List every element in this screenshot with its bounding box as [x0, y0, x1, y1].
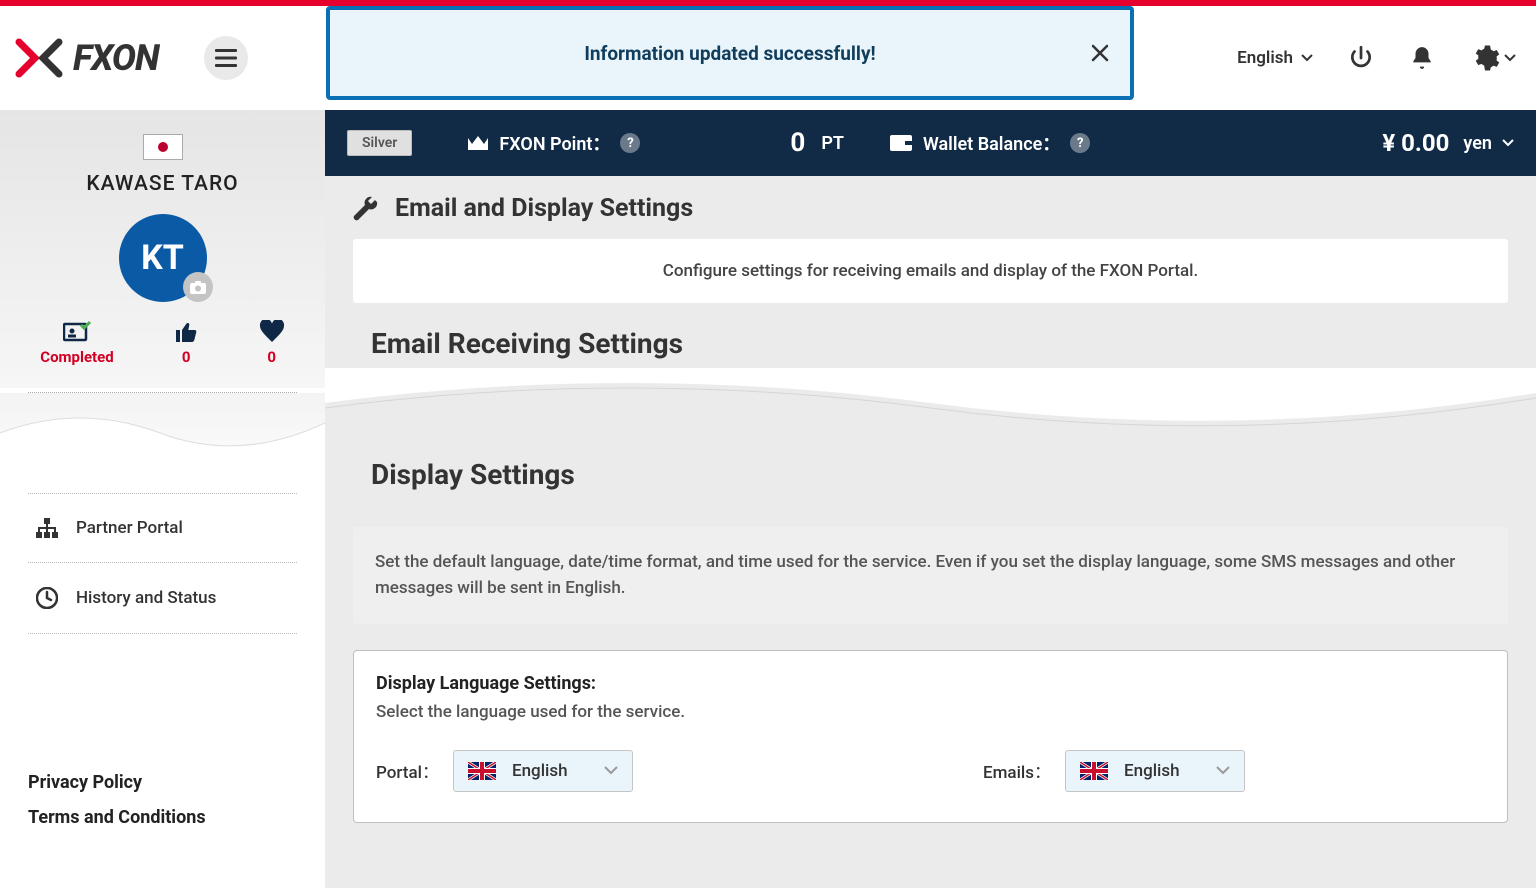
wrench-icon	[353, 196, 379, 222]
display-description-box: Set the default language, date/time form…	[353, 527, 1508, 624]
thumbs-up-icon	[174, 320, 198, 342]
emails-language-value: English	[1124, 761, 1180, 781]
logo-mark-icon	[15, 34, 63, 82]
help-icon[interactable]: ?	[1070, 133, 1090, 153]
gear-icon	[1470, 43, 1500, 73]
terms-link[interactable]: Terms and Conditions	[28, 807, 206, 828]
sidebar-item-partner[interactable]: Partner Portal	[28, 494, 297, 563]
settings-menu-button[interactable]	[1470, 43, 1516, 73]
display-description: Set the default language, date/time form…	[375, 549, 1486, 602]
chevron-down-icon	[1504, 54, 1516, 62]
point-value-display: 0 PT	[790, 128, 844, 158]
stat-likes[interactable]: 0	[174, 320, 198, 366]
stat-completed[interactable]: Completed	[40, 320, 113, 366]
balance-currency: yen	[1463, 133, 1492, 154]
bell-icon[interactable]	[1409, 45, 1435, 71]
japan-flag-icon	[150, 138, 176, 156]
stat-likes-value: 0	[182, 348, 191, 366]
stat-completed-label: Completed	[40, 348, 113, 366]
uk-flag-icon	[468, 762, 496, 780]
sidebar-item-label: History and Status	[76, 588, 216, 608]
help-icon[interactable]: ?	[620, 133, 640, 153]
heart-icon	[259, 320, 285, 342]
language-row: Portal： English Emails： English	[376, 750, 1485, 792]
language-settings-card: Display Language Settings: Select the la…	[353, 650, 1508, 823]
balance-amount: ¥ 0.00	[1382, 129, 1449, 157]
page-title: Email and Display Settings	[395, 194, 693, 223]
emails-language-field: Emails： English	[983, 750, 1245, 792]
chevron-down-icon	[1502, 139, 1514, 147]
camera-icon	[190, 281, 206, 294]
stat-hearts-value: 0	[267, 348, 276, 366]
legal-links: Privacy Policy Terms and Conditions	[28, 758, 206, 828]
sidebar-item-label: Partner Portal	[76, 518, 183, 538]
avatar-upload-button[interactable]	[183, 272, 213, 302]
sidebar: KAWASE TARO KT Completed 0 0	[0, 110, 325, 888]
section-display-heading: Display Settings	[371, 458, 1508, 491]
wave-divider	[0, 393, 325, 493]
wallet-label: Wallet Balance：	[923, 130, 1060, 156]
stat-hearts[interactable]: 0	[259, 320, 285, 366]
success-toast: Information updated successfully!	[326, 6, 1134, 100]
avatar-initials: KT	[141, 238, 184, 278]
stats-row: Completed 0 0	[0, 320, 325, 372]
intro-text: Configure settings for receiving emails …	[375, 261, 1486, 281]
country-flag	[143, 134, 183, 160]
emails-language-dropdown[interactable]: English	[1065, 750, 1245, 792]
logo-text: FXON	[73, 37, 159, 79]
close-icon	[1090, 43, 1110, 63]
balance-selector[interactable]: ¥ 0.00 yen	[1382, 129, 1514, 157]
crown-icon	[467, 134, 489, 152]
chevron-down-icon	[604, 766, 618, 775]
main-content: Email and Display Settings Configure set…	[325, 176, 1536, 888]
sidebar-item-history[interactable]: History and Status	[28, 563, 297, 634]
sidebar-nav: Partner Portal History and Status	[28, 493, 297, 634]
point-unit: PT	[821, 133, 844, 154]
language-settings-subtitle: Select the language used for the service…	[376, 702, 1485, 722]
sidebar-profile: KAWASE TARO KT Completed 0 0	[0, 110, 325, 388]
chevron-down-icon	[1301, 54, 1313, 62]
page-title-row: Email and Display Settings	[353, 194, 1508, 223]
portal-label: Portal：	[376, 758, 439, 783]
wave-divider	[325, 368, 1536, 458]
language-selector[interactable]: English	[1237, 48, 1313, 68]
chevron-down-icon	[1216, 766, 1230, 775]
language-label: English	[1237, 48, 1293, 68]
language-settings-title: Display Language Settings:	[376, 673, 1485, 694]
avatar-wrap: KT	[119, 214, 207, 302]
menu-toggle-button[interactable]	[204, 36, 248, 80]
section-email-heading: Email Receiving Settings	[371, 327, 1508, 360]
power-icon[interactable]	[1348, 45, 1374, 71]
emails-label: Emails：	[983, 758, 1051, 783]
tier-badge: Silver	[347, 130, 412, 156]
toast-close-button[interactable]	[1090, 43, 1110, 63]
portal-language-value: English	[512, 761, 568, 781]
toast-message: Information updated successfully!	[584, 42, 875, 65]
wallet-display: Wallet Balance： ?	[889, 130, 1090, 156]
account-info-bar: Silver FXON Point： ? 0 PT Wallet Balance…	[325, 110, 1536, 176]
portal-language-dropdown[interactable]: English	[453, 750, 633, 792]
logo[interactable]: FXON	[15, 34, 159, 82]
point-label: FXON Point：	[499, 130, 610, 156]
id-card-icon	[63, 320, 91, 342]
sitemap-icon	[36, 518, 58, 538]
clock-icon	[36, 587, 58, 609]
wallet-icon	[889, 133, 913, 153]
privacy-link[interactable]: Privacy Policy	[28, 772, 206, 793]
intro-card: Configure settings for receiving emails …	[353, 239, 1508, 303]
hamburger-icon	[215, 49, 237, 67]
point-value: 0	[790, 128, 805, 158]
point-display: FXON Point： ?	[467, 130, 640, 156]
portal-language-field: Portal： English	[376, 750, 633, 792]
uk-flag-icon	[1080, 762, 1108, 780]
user-name: KAWASE TARO	[0, 172, 325, 196]
